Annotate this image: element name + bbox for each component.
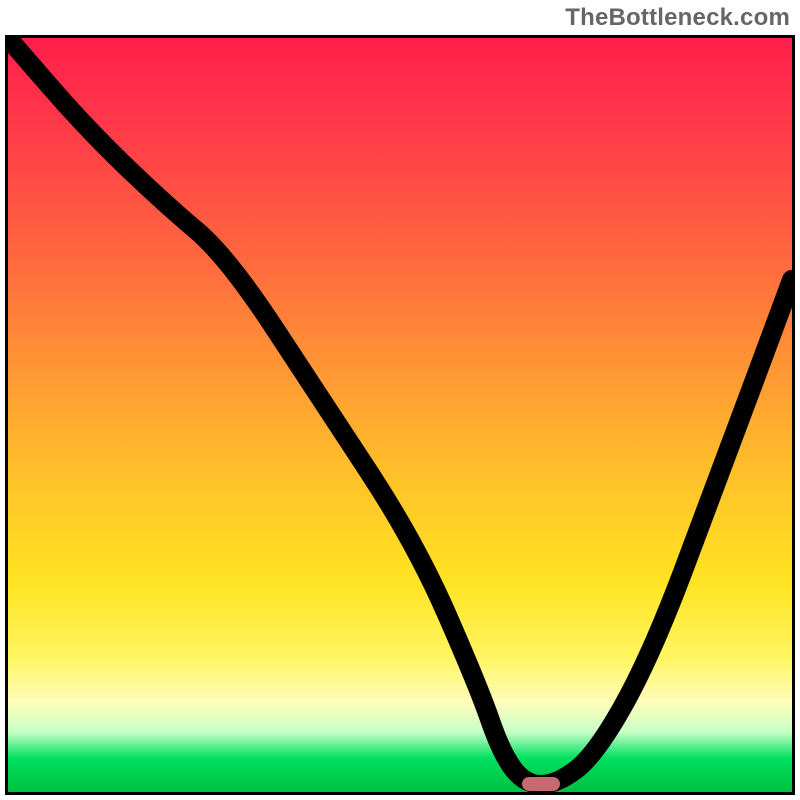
optimum-marker <box>522 777 560 791</box>
curve-svg <box>8 38 792 792</box>
watermark-text: TheBottleneck.com <box>565 4 790 32</box>
chart-stage: TheBottleneck.com <box>0 0 800 800</box>
plot-area <box>5 35 795 795</box>
bottleneck-curve-path <box>8 38 792 784</box>
